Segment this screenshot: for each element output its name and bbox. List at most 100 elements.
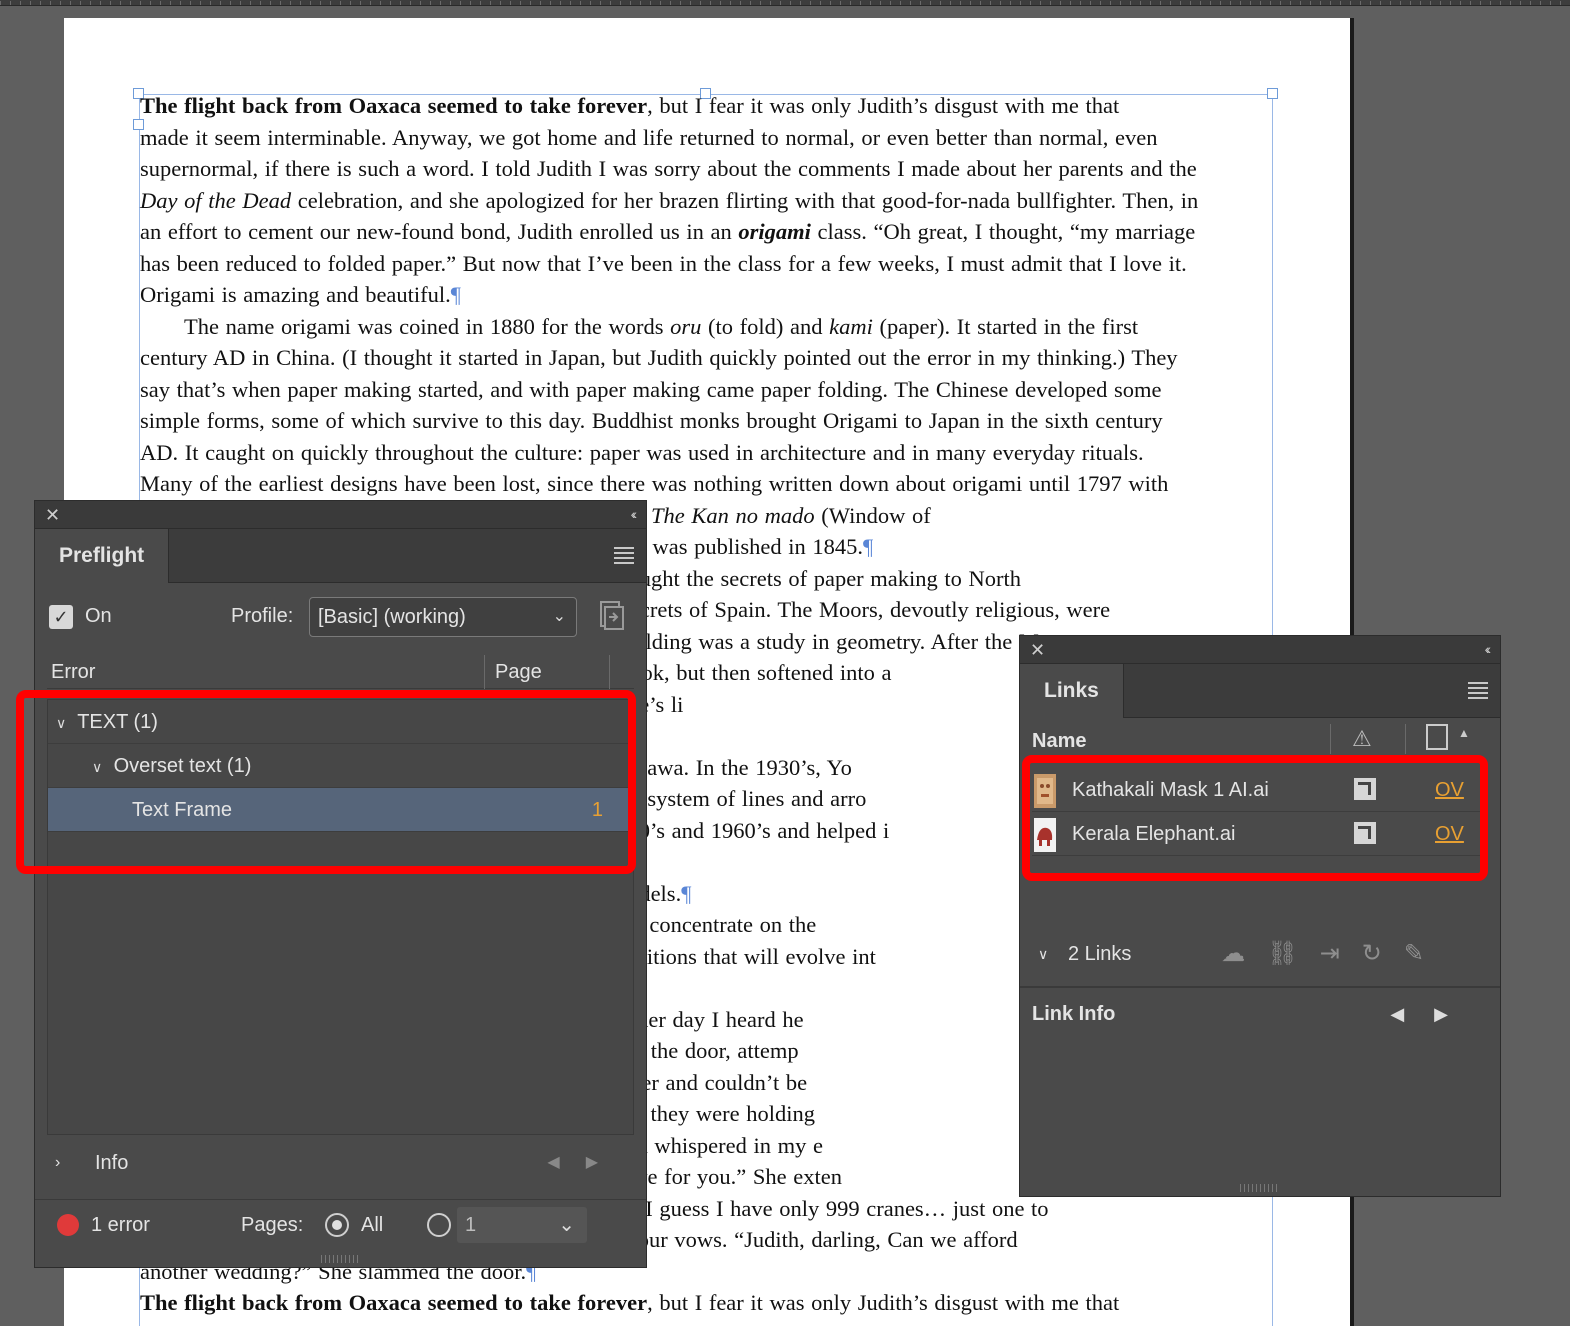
error-row-text[interactable]: ∨ TEXT (1) xyxy=(48,700,633,744)
link-name: Kerala Elephant.ai xyxy=(1072,823,1236,845)
edit-original-icon[interactable]: ✎ xyxy=(1404,940,1446,967)
tab-links[interactable]: Links xyxy=(1020,664,1124,718)
collapse-panel-icon[interactable]: ‹‹ xyxy=(631,506,638,522)
pages-label: Pages: xyxy=(241,1214,304,1236)
text-run: has been reduced to folded paper.” But n… xyxy=(140,250,1187,276)
links-tab-row: Links xyxy=(1020,664,1500,718)
panel-menu-icon[interactable] xyxy=(614,547,634,564)
text-line: The flight back from Oaxaca seemed to ta… xyxy=(140,90,1276,122)
text-line: The flight back from Oaxaca seemed to ta… xyxy=(140,1287,1276,1319)
close-icon[interactable]: ✕ xyxy=(1030,640,1045,660)
info-section[interactable]: › Info ◀▶ xyxy=(47,1141,634,1185)
text-run: celebration, and she apologized for her … xyxy=(291,187,1199,213)
text-line: simple forms, some of which survive to t… xyxy=(140,405,1276,437)
text-run: Day of the Dead xyxy=(140,187,292,213)
modified-status-icon[interactable] xyxy=(1354,822,1376,844)
error-count[interactable]: 1 error xyxy=(91,1200,150,1250)
col-name[interactable]: Name xyxy=(1032,730,1086,753)
links-toolbar: ☁⛓⇥↻✎ xyxy=(1221,932,1446,976)
text-line: century AD in China. (I thought it start… xyxy=(140,342,1276,374)
error-row-text-frame[interactable]: Text Frame 1 xyxy=(48,788,633,832)
text-run: made it seem interminable. Anyway, we go… xyxy=(140,124,1158,150)
col-error[interactable]: Error xyxy=(51,661,95,684)
text-run: oru xyxy=(670,313,702,339)
chevron-down-icon[interactable]: ∨ xyxy=(92,745,108,789)
chevron-right-icon[interactable]: › xyxy=(55,1141,60,1185)
text-line: an effort to cement our new-found bond, … xyxy=(140,216,1276,248)
text-run: , but I fear it was only Judith’s disgus… xyxy=(647,1290,1120,1315)
preflight-tab-row: Preflight xyxy=(35,529,646,583)
chevron-down-icon[interactable]: ∨ xyxy=(56,701,72,745)
embed-profile-icon[interactable] xyxy=(595,599,627,633)
error-row-overset[interactable]: ∨ Overset text (1) xyxy=(48,744,633,788)
link-row[interactable]: Kathakali Mask 1 AI.ai OV xyxy=(1032,768,1486,812)
preflight-titlebar[interactable]: ✕ ‹‹ xyxy=(35,501,646,529)
info-label: Info xyxy=(95,1152,129,1174)
link-name: Kathakali Mask 1 AI.ai xyxy=(1072,779,1269,801)
text-line: Many of the earliest designs have been l… xyxy=(140,468,1276,500)
error-column-header: Error Page xyxy=(47,653,634,689)
pages-all-radio[interactable] xyxy=(325,1213,349,1237)
text-run: an effort to cement our new-found bond, … xyxy=(140,219,739,244)
info-nav-arrows-icon[interactable]: ◀▶ xyxy=(547,1141,624,1185)
text-run: AD. It caught on quickly throughout the … xyxy=(140,439,1144,465)
text-run: (paper). It started in the first xyxy=(872,313,1139,339)
error-list: ∨ TEXT (1) ∨ Overset text (1) Text Frame… xyxy=(47,699,634,1135)
sort-up-icon[interactable]: ▲ xyxy=(1458,726,1470,740)
error-row-label: Text Frame xyxy=(132,799,233,821)
link-row[interactable]: Kerala Elephant.ai OV xyxy=(1032,812,1486,856)
page-icon[interactable] xyxy=(1426,724,1448,750)
cc-libraries-icon[interactable]: ☁ xyxy=(1221,940,1267,967)
close-icon[interactable]: ✕ xyxy=(45,505,60,525)
link-page-link[interactable]: OV xyxy=(1435,812,1464,856)
on-label: On xyxy=(85,605,112,627)
text-run: simple forms, some of which survive to t… xyxy=(140,408,1163,433)
pages-range-field[interactable]: 1 ⌄ xyxy=(457,1207,587,1243)
error-row-label: Overset text (1) xyxy=(113,755,252,777)
kathakali-mask-thumbnail-icon xyxy=(1034,774,1056,808)
preflight-controls: ✓ On Profile: [Basic] (working) ⌄ xyxy=(47,597,634,641)
link-info-nav-arrows-icon[interactable]: ◀▶ xyxy=(1390,988,1478,1040)
links-panel: ✕ ‹‹ Links Name ⚠ ▲ Kathakali Mask 1 AI.… xyxy=(1019,635,1501,1197)
pilcrow-icon: ¶ xyxy=(862,534,874,559)
links-column-header: Name ⚠ ▲ xyxy=(1020,722,1500,758)
text-run: class. “Oh great, I thought, “my marriag… xyxy=(810,219,1196,244)
link-page-link[interactable]: OV xyxy=(1435,768,1464,812)
chevron-down-icon[interactable]: ∨ xyxy=(1038,932,1048,976)
text-line: made it seem interminable. Anyway, we go… xyxy=(140,122,1276,154)
text-run: Origami is amazing and beautiful. xyxy=(140,282,451,307)
text-run: century AD in China. (I thought it start… xyxy=(140,345,1178,370)
pages-range-value: 1 xyxy=(465,1214,477,1236)
pages-all-label: All xyxy=(361,1214,384,1236)
collapse-panel-icon[interactable]: ‹‹ xyxy=(1485,641,1492,657)
text-run: supernormal, if there is such a word. I … xyxy=(140,156,1197,181)
text-run: origami xyxy=(738,219,811,244)
pages-range-radio[interactable] xyxy=(427,1213,451,1237)
links-count-row: ∨ 2 Links ☁⛓⇥↻✎ xyxy=(1020,932,1500,976)
links-titlebar[interactable]: ✕ ‹‹ xyxy=(1020,636,1500,664)
link-info-section[interactable]: Link Info ◀▶ xyxy=(1020,986,1500,1038)
resize-grip[interactable] xyxy=(1240,1184,1280,1192)
text-run: The flight back from Oaxaca seemed to ta… xyxy=(140,1290,648,1315)
preflight-on-checkbox[interactable]: ✓ xyxy=(49,605,73,629)
warning-icon[interactable]: ⚠ xyxy=(1352,726,1372,752)
pilcrow-icon: ¶ xyxy=(681,880,692,906)
preflight-panel: ✕ ‹‹ Preflight ✓ On Profile: [Basic] (wo… xyxy=(34,500,647,1268)
update-link-icon[interactable]: ↻ xyxy=(1362,940,1404,967)
modified-status-icon[interactable] xyxy=(1354,778,1376,800)
link-info-label: Link Info xyxy=(1032,1003,1116,1025)
col-page[interactable]: Page xyxy=(495,661,542,684)
panel-menu-icon[interactable] xyxy=(1468,682,1488,699)
text-run: kami xyxy=(829,313,873,339)
text-run: The flight back from Oaxaca seemed to ta… xyxy=(140,93,648,118)
text-line: Origami is amazing and beautiful.¶ xyxy=(140,279,1276,311)
text-run: , but I fear it was only Judith’s disgus… xyxy=(647,93,1120,118)
go-to-link-icon[interactable]: ⇥ xyxy=(1320,940,1362,967)
relink-icon[interactable]: ⛓ xyxy=(1267,940,1319,967)
profile-select[interactable]: [Basic] (working) ⌄ xyxy=(309,597,577,637)
tab-preflight[interactable]: Preflight xyxy=(35,529,170,583)
error-page-link[interactable]: 1 xyxy=(592,788,603,832)
resize-grip[interactable] xyxy=(320,1255,361,1263)
chevron-down-icon: ⌄ xyxy=(552,608,566,625)
pilcrow-icon: ¶ xyxy=(450,282,461,307)
